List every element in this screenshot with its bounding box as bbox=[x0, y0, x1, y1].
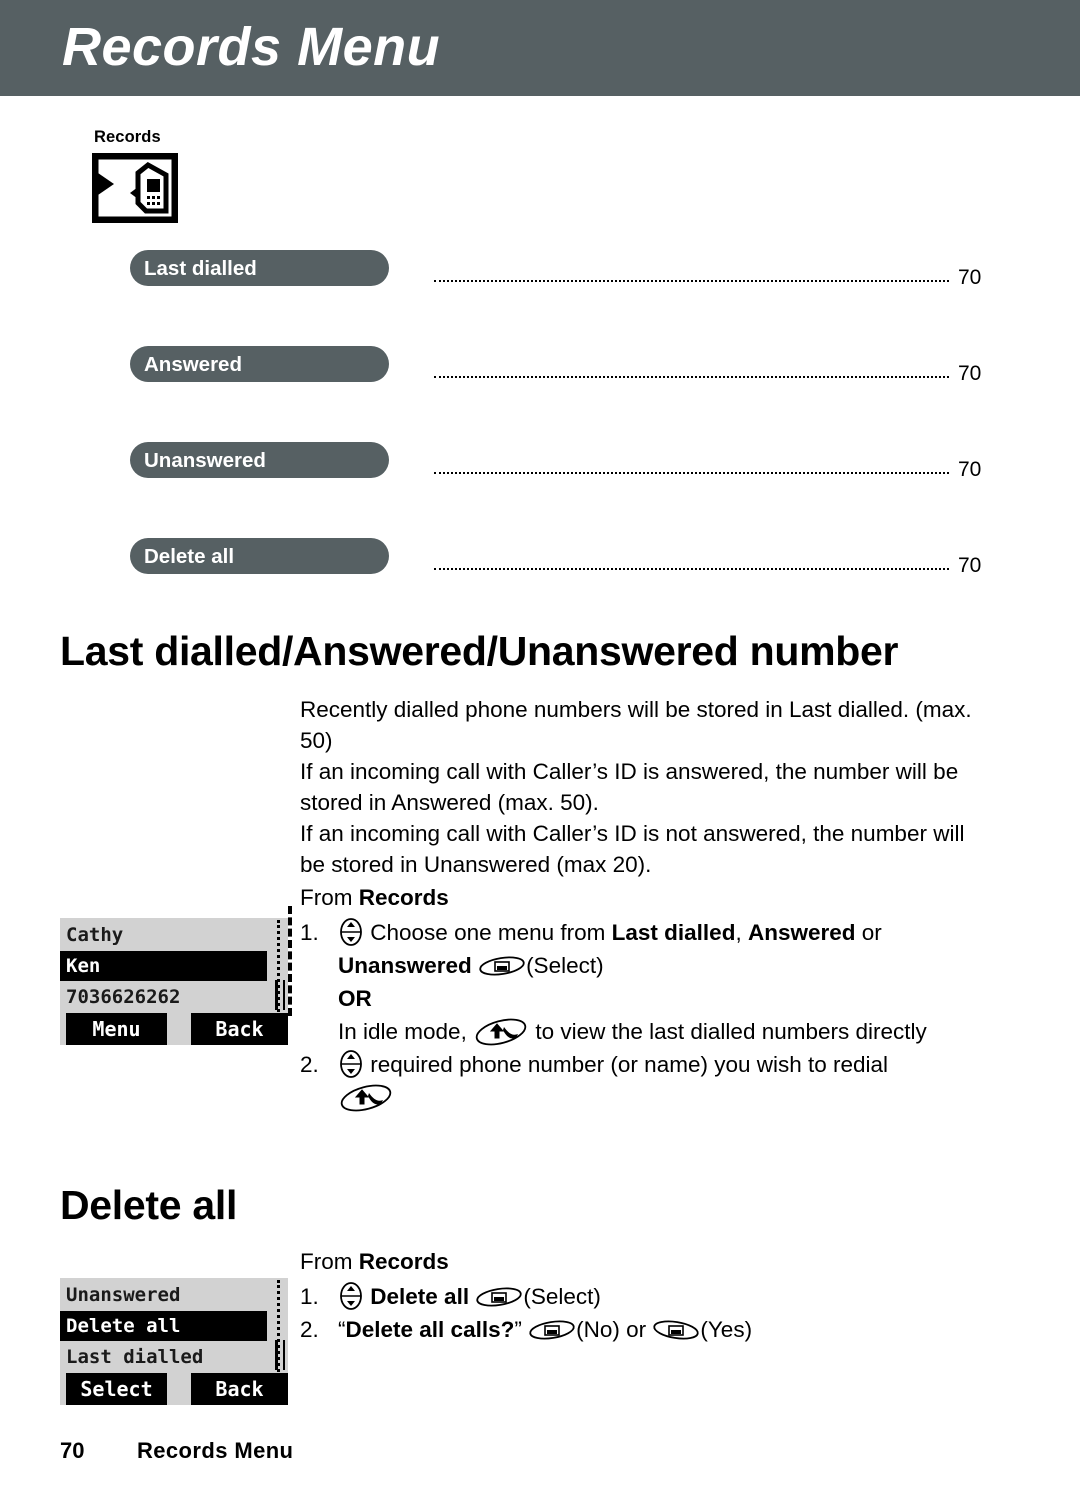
step1-bold-unanswered: Unanswered bbox=[338, 953, 472, 978]
step1-select-label: (Select) bbox=[526, 953, 604, 978]
phone-list-item: 7036626262 bbox=[66, 986, 181, 1008]
step-number: 2. bbox=[300, 1317, 319, 1342]
phone-list-item: Last dialled bbox=[66, 1346, 204, 1368]
step2-quote-open: “ bbox=[338, 1317, 346, 1342]
toc-leader-dots bbox=[434, 568, 949, 570]
section-heading-delete-all: Delete all bbox=[60, 1182, 238, 1228]
revision-change-bar-dashes bbox=[288, 906, 292, 1016]
toc-row: Delete all 70 bbox=[0, 538, 1080, 634]
step-item-2: 2. required phone number (or name) you w… bbox=[300, 1048, 1000, 1114]
toc-row: Unanswered 70 bbox=[0, 442, 1080, 538]
left-softkey-icon bbox=[476, 1287, 523, 1307]
step-item-2: 2. “Delete all calls?” (No) or (Yes) bbox=[300, 1313, 1000, 1346]
from-target-records: Records bbox=[358, 1249, 449, 1274]
step1-text-a: Choose one menu from bbox=[370, 920, 612, 945]
phone-screen-delete-all-menu: Unanswered Delete all Last dialled Selec… bbox=[60, 1278, 288, 1405]
footer-section-title: Records Menu bbox=[137, 1438, 294, 1463]
step1-bold-last-dialled: Last dialled bbox=[611, 920, 736, 945]
step1-bold-delete-all: Delete all bbox=[370, 1284, 470, 1309]
step-item-1: 1. Delete all (Select) bbox=[300, 1280, 1000, 1313]
toc-row: Last dialled 70 bbox=[0, 250, 1080, 346]
toc-row: Answered 70 bbox=[0, 346, 1080, 442]
step2-yes-label: (Yes) bbox=[700, 1317, 753, 1342]
records-icon-caption: Records bbox=[94, 128, 161, 146]
phone-softkey-right[interactable]: Back bbox=[191, 1013, 288, 1045]
from-records-line: From Records bbox=[300, 1246, 449, 1277]
step-number: 1. bbox=[300, 920, 319, 945]
from-records-line: From Records bbox=[300, 882, 449, 913]
toc-leader-dots bbox=[434, 280, 949, 282]
left-softkey-icon bbox=[529, 1320, 575, 1340]
step2-text: required phone number (or name) you wish… bbox=[370, 1052, 889, 1077]
phone-list-item-selected: Delete all bbox=[60, 1311, 267, 1341]
toc-leader-dots bbox=[434, 376, 949, 378]
step2-no-label: (No) or bbox=[576, 1317, 653, 1342]
phone-list-item: Unanswered bbox=[66, 1284, 181, 1306]
step2-quote-close: ” bbox=[514, 1317, 522, 1342]
intro-paragraph: If an incoming call with Caller’s ID is … bbox=[300, 821, 965, 877]
records-icon-block: Records bbox=[92, 128, 178, 223]
toc-pill-answered[interactable]: Answered bbox=[130, 346, 389, 382]
toc-pill-label: Answered bbox=[144, 353, 242, 376]
footer-page-number: 70 bbox=[60, 1438, 85, 1463]
phone-softkey-bar: Menu Back bbox=[60, 1013, 288, 1045]
from-prefix: From bbox=[300, 885, 359, 910]
step2-prompt-text: Delete all calls? bbox=[345, 1317, 515, 1342]
step1-select-label: (Select) bbox=[523, 1284, 601, 1309]
section-intro-last-dialled: Recently dialled phone numbers will be s… bbox=[300, 694, 990, 880]
steps-last-dialled: 1. Choose one menu from Last dialled, An… bbox=[300, 916, 1000, 1114]
section-heading-last-dialled: Last dialled/Answered/Unanswered number bbox=[60, 628, 899, 674]
phone-softkey-bar: Select Back bbox=[60, 1373, 288, 1405]
step1-bold-answered: Answered bbox=[747, 920, 856, 945]
navigation-key-updown-icon bbox=[340, 1050, 362, 1078]
toc-page-number: 70 bbox=[958, 362, 982, 385]
phone-softkey-right[interactable]: Back bbox=[191, 1373, 288, 1405]
toc-leader-dots bbox=[434, 472, 949, 474]
from-prefix: From bbox=[300, 1249, 359, 1274]
toc-pill-last-dialled[interactable]: Last dialled bbox=[130, 250, 389, 286]
navigation-key-updown-icon bbox=[340, 918, 362, 946]
toc-pill-delete-all[interactable]: Delete all bbox=[130, 538, 389, 574]
phone-screen-records-list: Cathy Ken 7036626262 Menu Back bbox=[60, 918, 288, 1045]
step1-idle-pre: In idle mode, bbox=[338, 1019, 474, 1044]
phone-softkey-left[interactable]: Menu bbox=[66, 1013, 167, 1045]
records-menu-toc: Last dialled 70 Answered 70 Unanswered 7… bbox=[0, 250, 1080, 634]
talk-send-key-icon bbox=[340, 1084, 392, 1112]
toc-pill-unanswered[interactable]: Unanswered bbox=[130, 442, 389, 478]
revision-change-bar bbox=[288, 906, 296, 1016]
step1-tail: or bbox=[855, 920, 882, 945]
toc-pill-label: Delete all bbox=[144, 545, 235, 568]
phone-list-item: Cathy bbox=[66, 924, 124, 946]
steps-delete-all: 1. Delete all (Select) 2. “Delete all ca… bbox=[300, 1280, 1000, 1346]
toc-pill-label: Unanswered bbox=[144, 449, 266, 472]
intro-paragraph: If an incoming call with Caller’s ID is … bbox=[300, 759, 959, 815]
step-number: 1. bbox=[300, 1284, 319, 1309]
talk-send-key-icon bbox=[475, 1018, 527, 1046]
step1-or-label: OR bbox=[338, 986, 372, 1011]
page-title: Records Menu bbox=[62, 17, 441, 77]
step-item-1: 1. Choose one menu from Last dialled, An… bbox=[300, 916, 1000, 1048]
right-softkey-icon bbox=[653, 1320, 700, 1340]
toc-pill-label: Last dialled bbox=[144, 257, 257, 280]
phone-scrollbar-thumb bbox=[275, 1340, 285, 1370]
phone-softkey-left[interactable]: Select bbox=[66, 1373, 167, 1405]
navigation-key-updown-icon bbox=[340, 1282, 362, 1310]
intro-paragraph: Recently dialled phone numbers will be s… bbox=[300, 697, 972, 753]
phone-list-item-selected: Ken bbox=[60, 951, 267, 981]
step1-idle-post: to view the last dialled numbers directl… bbox=[529, 1019, 927, 1044]
toc-page-number: 70 bbox=[958, 554, 982, 577]
left-softkey-icon bbox=[479, 956, 525, 976]
step1-sep: , bbox=[735, 920, 748, 945]
from-target-records: Records bbox=[358, 885, 449, 910]
records-phone-card-icon bbox=[92, 153, 178, 223]
page-footer: 70 Records Menu bbox=[0, 1438, 1080, 1478]
toc-page-number: 70 bbox=[958, 458, 982, 481]
toc-page-number: 70 bbox=[958, 266, 982, 289]
phone-scrollbar-thumb bbox=[275, 980, 285, 1010]
step-number: 2. bbox=[300, 1052, 319, 1077]
page-header-bar: Records Menu bbox=[0, 0, 1080, 96]
